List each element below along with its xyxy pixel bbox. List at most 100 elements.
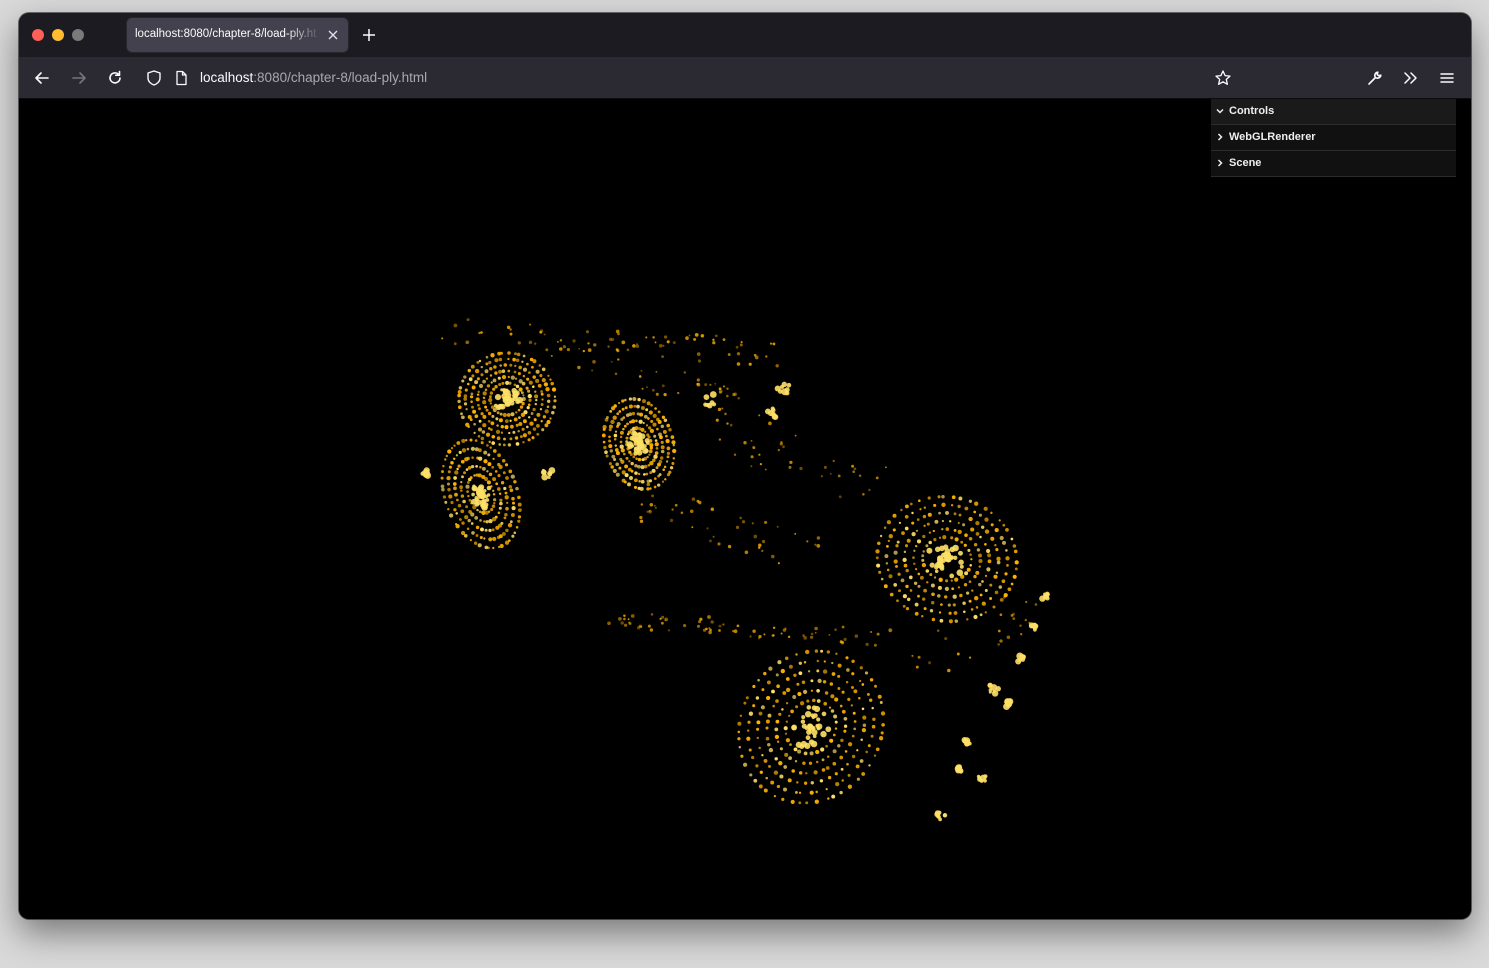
point-cloud-dot xyxy=(518,387,523,392)
point-cloud-dot xyxy=(963,610,966,613)
point-cloud-dot xyxy=(934,569,939,574)
point-cloud-dot xyxy=(488,440,491,444)
point-cloud-dot xyxy=(490,507,494,512)
point-cloud-dot xyxy=(753,778,758,783)
webgl-viewport[interactable]: Controls WebGLRenderer Scene xyxy=(19,99,1471,919)
point-cloud-dot xyxy=(990,511,993,515)
point-cloud-dot xyxy=(465,484,470,489)
point-cloud-dot xyxy=(803,751,808,756)
point-cloud-dot xyxy=(615,472,620,477)
url-field[interactable]: localhost:8080/chapter-8/load-ply.html xyxy=(200,70,427,85)
point-cloud-dot xyxy=(608,444,613,449)
point-cloud-dot xyxy=(642,399,646,404)
point-cloud-dot xyxy=(739,714,743,717)
point-cloud-dot xyxy=(847,697,851,702)
point-cloud-dot xyxy=(634,464,638,468)
point-cloud-dot xyxy=(995,686,1001,692)
browser-tab[interactable]: localhost:8080/chapter-8/load-ply.html xyxy=(127,18,348,52)
point-cloud-dot xyxy=(671,508,674,511)
point-cloud-dot xyxy=(1034,603,1038,606)
point-cloud-dot xyxy=(508,381,512,385)
point-cloud-dot xyxy=(805,649,810,655)
point-cloud-dot xyxy=(736,624,740,628)
point-cloud-dot xyxy=(722,385,726,388)
point-cloud-dot xyxy=(816,659,819,663)
reload-icon[interactable] xyxy=(106,69,124,87)
point-cloud-dot xyxy=(460,412,463,416)
gui-folder-scene[interactable]: Scene xyxy=(1211,151,1456,177)
gui-controls-header[interactable]: Controls xyxy=(1211,99,1456,125)
point-cloud-dot xyxy=(502,443,506,447)
point-cloud-dot xyxy=(483,537,486,540)
point-cloud-dot xyxy=(504,491,508,495)
point-cloud-dot xyxy=(929,562,935,568)
point-cloud-dot xyxy=(797,749,802,754)
gui-folder-webglrenderer[interactable]: WebGLRenderer xyxy=(1211,125,1456,151)
point-cloud-dot xyxy=(478,448,482,453)
point-cloud-dot xyxy=(510,412,515,417)
point-cloud-dot xyxy=(979,535,982,539)
close-icon[interactable] xyxy=(325,27,341,43)
point-cloud-dot xyxy=(461,415,465,420)
point-cloud-dot xyxy=(618,466,622,470)
shield-icon[interactable] xyxy=(145,69,163,87)
point-cloud-dot xyxy=(816,717,821,722)
point-cloud-dot xyxy=(718,389,723,394)
point-cloud-dot xyxy=(466,481,470,484)
point-cloud-dot xyxy=(750,439,753,442)
window-zoom-button[interactable] xyxy=(72,29,84,41)
point-cloud-dot xyxy=(521,391,524,395)
point-cloud-dot xyxy=(997,642,1001,646)
point-cloud-dot xyxy=(478,510,482,514)
point-cloud-dot xyxy=(638,436,642,441)
point-cloud-dot xyxy=(457,405,462,410)
point-cloud-dot xyxy=(883,526,887,529)
point-cloud-dot xyxy=(722,338,726,341)
point-cloud-dot xyxy=(933,576,937,579)
point-cloud-dot xyxy=(837,674,841,678)
point-cloud-dot xyxy=(774,727,779,732)
point-cloud-dot xyxy=(442,464,445,468)
point-cloud-dot xyxy=(846,668,850,672)
point-cloud-dot xyxy=(761,549,764,553)
point-cloud-dot xyxy=(843,729,847,733)
point-cloud-dot xyxy=(493,365,497,369)
point-cloud-dot xyxy=(843,637,847,642)
point-cloud-canvas[interactable] xyxy=(19,99,1471,919)
point-cloud-dot xyxy=(825,744,828,748)
point-cloud-dot xyxy=(964,571,969,576)
point-cloud-dot xyxy=(783,765,788,769)
point-cloud-dot xyxy=(513,531,517,535)
point-cloud-dot xyxy=(709,539,712,543)
point-cloud-dot xyxy=(665,460,669,463)
point-cloud-dot xyxy=(879,701,883,704)
forward-arrow-icon[interactable] xyxy=(70,69,88,87)
star-icon[interactable] xyxy=(1214,69,1232,87)
point-cloud-dot xyxy=(828,706,832,709)
point-cloud-dot xyxy=(962,601,966,605)
point-cloud-dot xyxy=(871,724,876,729)
new-tab-plus-icon[interactable] xyxy=(361,27,377,43)
point-cloud-dot xyxy=(947,603,951,607)
hamburger-menu-icon[interactable] xyxy=(1438,69,1456,87)
point-cloud-dot xyxy=(843,724,848,728)
page-icon[interactable] xyxy=(172,69,190,87)
point-cloud-dot xyxy=(929,573,933,577)
point-cloud-dot xyxy=(951,587,955,591)
window-close-button[interactable] xyxy=(32,29,44,41)
point-cloud-dot xyxy=(881,723,885,727)
point-cloud-dot xyxy=(758,543,762,547)
point-cloud-dot xyxy=(895,544,899,548)
point-cloud-dot xyxy=(522,354,526,358)
point-cloud-dot xyxy=(655,447,659,450)
chevrons-right-icon[interactable] xyxy=(1402,69,1420,87)
point-cloud-dot xyxy=(517,515,522,519)
window-minimize-button[interactable] xyxy=(52,29,64,41)
point-cloud-dot xyxy=(814,799,819,804)
wrench-icon[interactable] xyxy=(1366,69,1384,87)
point-cloud-dot xyxy=(952,603,956,607)
point-cloud-dot xyxy=(465,340,470,345)
point-cloud-dot xyxy=(823,465,827,469)
point-cloud-dot xyxy=(831,672,836,676)
back-arrow-icon[interactable] xyxy=(33,69,51,87)
